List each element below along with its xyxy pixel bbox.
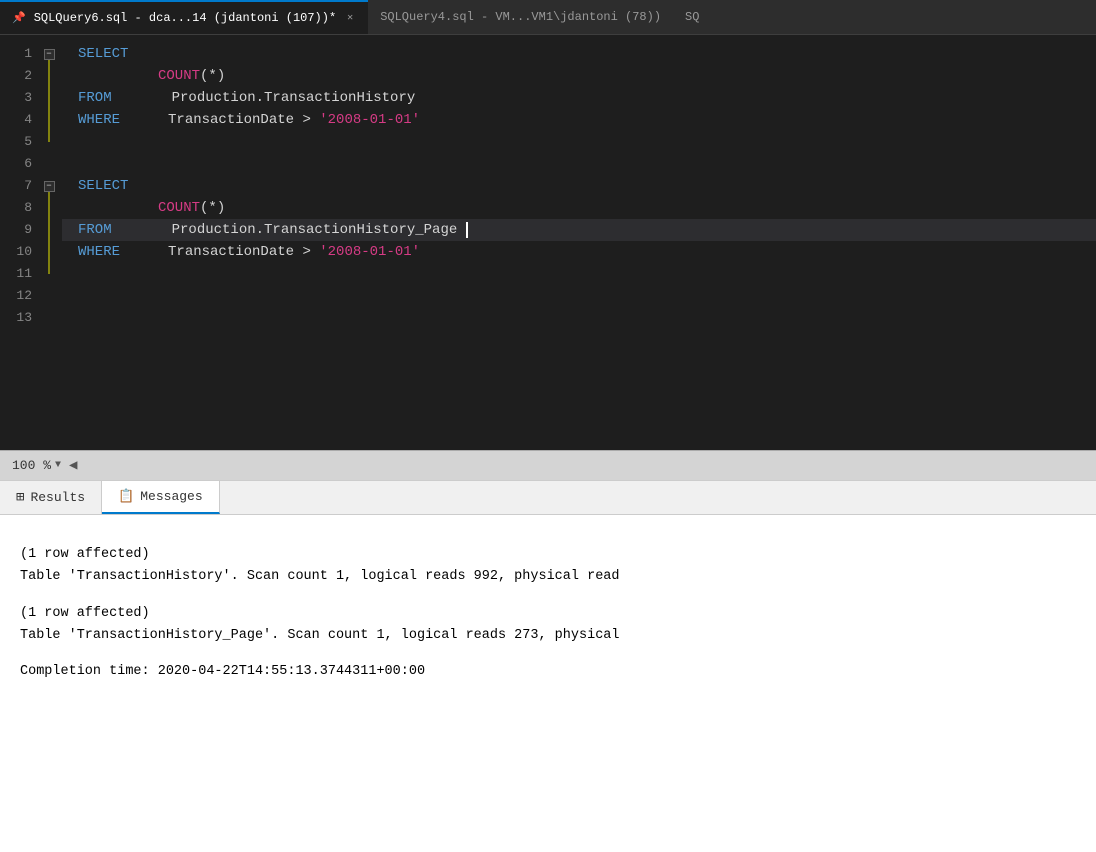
select-kw-1: SELECT	[78, 46, 128, 62]
tab-sq[interactable]: SQ	[673, 0, 711, 34]
code-line-8: COUNT(*)	[62, 197, 1096, 219]
msg-line-2: Table 'TransactionHistory'. Scan count 1…	[20, 567, 1076, 587]
from-table-1: Production.TransactionHistory	[172, 90, 416, 106]
vline-10	[49, 241, 50, 263]
from-kw-1: FROM	[78, 90, 112, 106]
line-num-6: 6	[0, 153, 32, 175]
tab-messages[interactable]: 📋 Messages	[102, 481, 220, 514]
tab-sqlquery4[interactable]: SQLQuery4.sql - VM...VM1\jdantoni (78))	[368, 0, 673, 34]
line-num-12: 12	[0, 285, 32, 307]
count-paren-1: (*)	[200, 68, 225, 84]
from-kw-2: FROM	[78, 222, 112, 238]
msg-spacer-3	[20, 648, 1076, 662]
tab-sqlquery4-label: SQLQuery4.sql - VM...VM1\jdantoni (78))	[380, 10, 661, 24]
tab-pin-icon: 📌	[12, 11, 26, 25]
line-num-10: 10	[0, 241, 32, 263]
code-line-9: FROM Production.TransactionHistory_Page	[62, 219, 1096, 241]
tab-sq-label: SQ	[685, 10, 699, 24]
zoom-control[interactable]: 100 % ▼	[12, 458, 61, 473]
msg-spacer-1	[20, 531, 1076, 545]
where-val-2: '2008-01-01'	[319, 244, 420, 260]
code-line-4: WHERE TransactionDate > '2008-01-01'	[62, 109, 1096, 131]
editor-body: 1 2 3 4 5 6 7 8 9 10 11 12 13 −	[0, 35, 1096, 450]
line-num-13: 13	[0, 307, 32, 329]
count-fn-1: COUNT	[158, 68, 200, 84]
main-window: 📌 SQLQuery6.sql - dca...14 (jdantoni (10…	[0, 0, 1096, 852]
msg-line-5: Completion time: 2020-04-22T14:55:13.374…	[20, 662, 1076, 682]
vline-11	[49, 263, 50, 274]
msg-line-3: (1 row affected)	[20, 604, 1076, 624]
collapse-btn-1[interactable]: −	[44, 49, 55, 60]
line-num-9: 9	[0, 219, 32, 241]
vline-5	[49, 131, 50, 142]
code-line-6	[62, 153, 1096, 175]
where-expr-1: TransactionDate >	[168, 112, 319, 128]
vline-4	[49, 109, 50, 131]
line-num-7: 7	[0, 175, 32, 197]
select-kw-2: SELECT	[78, 178, 128, 194]
count-paren-2: (*)	[200, 200, 225, 216]
line-num-4: 4	[0, 109, 32, 131]
messages-doc-icon: 📋	[118, 489, 134, 504]
where-expr-2: TransactionDate >	[168, 244, 319, 260]
msg-spacer-2	[20, 590, 1076, 604]
line-numbers: 1 2 3 4 5 6 7 8 9 10 11 12 13	[0, 35, 40, 450]
cg-line-2	[40, 65, 58, 87]
where-kw-1: WHERE	[78, 112, 120, 128]
zoom-label: 100 %	[12, 458, 51, 473]
tab-bar: 📌 SQLQuery6.sql - dca...14 (jdantoni (10…	[0, 0, 1096, 35]
cg-line-8	[40, 197, 58, 219]
tab-close-icon[interactable]: ✕	[344, 11, 356, 25]
vline-3	[49, 87, 50, 109]
code-line-2: COUNT(*)	[62, 65, 1096, 87]
line-num-11: 11	[0, 263, 32, 285]
code-line-5	[62, 131, 1096, 153]
tab-results-label: Results	[30, 490, 85, 505]
where-val-1: '2008-01-01'	[319, 112, 420, 128]
line-num-8: 8	[0, 197, 32, 219]
cg-line-7: −	[40, 175, 58, 197]
cg-line-11	[40, 263, 58, 285]
line-num-5: 5	[0, 131, 32, 153]
msg-line-4: Table 'TransactionHistory_Page'. Scan co…	[20, 626, 1076, 646]
code-line-11	[62, 263, 1096, 285]
vline-2	[49, 65, 50, 87]
msg-line-1: (1 row affected)	[20, 545, 1076, 565]
line-num-2: 2	[0, 65, 32, 87]
tab-sqlquery6[interactable]: 📌 SQLQuery6.sql - dca...14 (jdantoni (10…	[0, 0, 368, 34]
cg-line-5	[40, 131, 58, 153]
results-tab-bar: ⊞ Results 📋 Messages	[0, 480, 1096, 515]
vline-9	[49, 219, 50, 241]
line-num-3: 3	[0, 87, 32, 109]
where-kw-2: WHERE	[78, 244, 120, 260]
scroll-left-arrow[interactable]: ◀	[69, 457, 77, 474]
cg-line-9	[40, 219, 58, 241]
vline-8	[49, 197, 50, 219]
zoom-dropdown-arrow: ▼	[55, 460, 61, 471]
results-grid-icon: ⊞	[16, 489, 24, 506]
code-line-3: FROM Production.TransactionHistory	[62, 87, 1096, 109]
code-line-1: SELECT	[62, 43, 1096, 65]
cg-line-4	[40, 109, 58, 131]
zoom-bar: 100 % ▼ ◀	[0, 450, 1096, 480]
from-table-2: Production.TransactionHistory_Page	[172, 222, 468, 238]
collapse-btn-2[interactable]: −	[44, 181, 55, 192]
collapse-gutter: − −	[40, 35, 58, 450]
tab-results[interactable]: ⊞ Results	[0, 481, 102, 514]
cg-line-10	[40, 241, 58, 263]
code-editor[interactable]: SELECT COUNT(*) FROMProduction.Transacti…	[58, 35, 1096, 450]
editor-area: 1 2 3 4 5 6 7 8 9 10 11 12 13 −	[0, 35, 1096, 450]
messages-area: (1 row affected) Table 'TransactionHisto…	[0, 515, 1096, 852]
code-line-10: WHERE TransactionDate > '2008-01-01'	[62, 241, 1096, 263]
code-line-7: SELECT	[62, 175, 1096, 197]
tab-sqlquery6-label: SQLQuery6.sql - dca...14 (jdantoni (107)…	[34, 11, 336, 25]
cg-line-1: −	[40, 43, 58, 65]
tab-messages-label: Messages	[140, 489, 202, 504]
count-fn-2: COUNT	[158, 200, 200, 216]
results-section: ⊞ Results 📋 Messages (1 row affected) Ta…	[0, 480, 1096, 852]
cg-line-6	[40, 153, 58, 175]
line-num-1: 1	[0, 43, 32, 65]
cg-line-3	[40, 87, 58, 109]
